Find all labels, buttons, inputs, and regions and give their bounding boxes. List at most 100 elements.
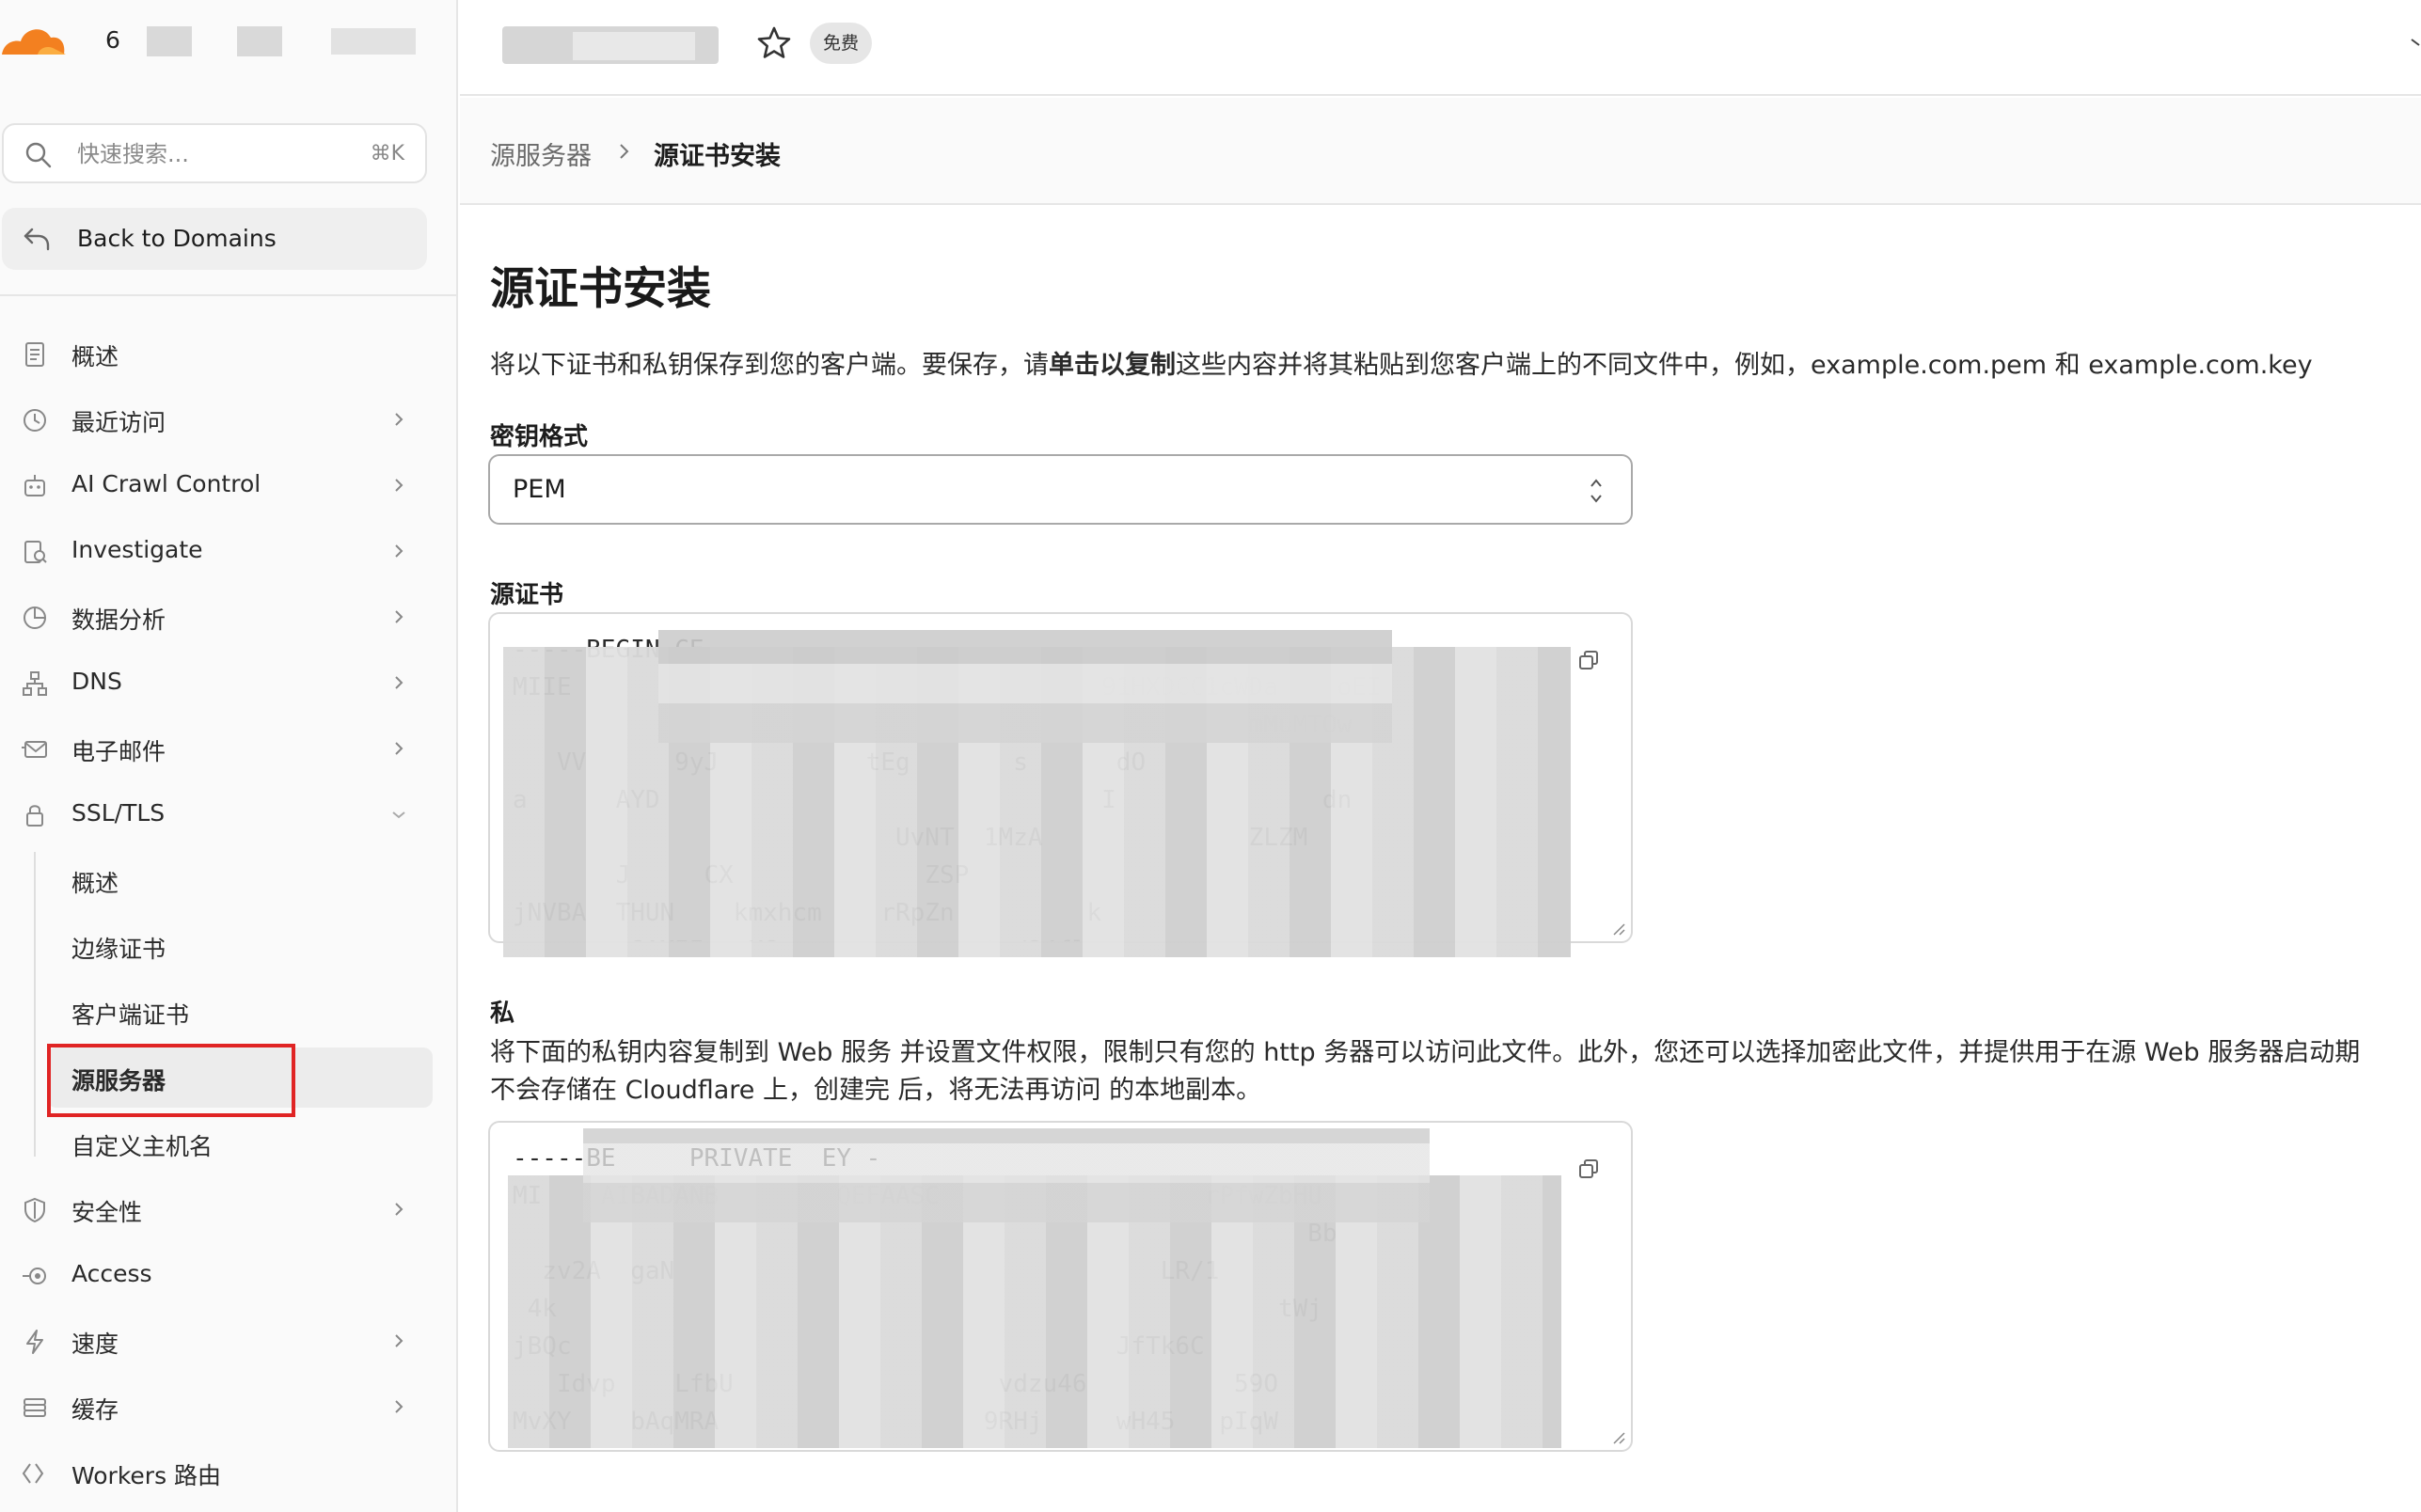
redacted-account-name	[331, 28, 416, 55]
chevron-right-icon	[395, 413, 404, 426]
sidebar-subitem-label: 自定义主机名	[71, 1133, 214, 1160]
sidebar-item-label: Investigate	[71, 536, 203, 563]
sidebar-subitem-custom-hostnames[interactable]: 自定义主机名	[47, 1113, 433, 1173]
intro-text-part: 将以下证书和私钥保存到您的客户端。要保存，请	[490, 351, 1049, 380]
origin-certificate-label: 源证书	[490, 581, 564, 609]
private-key-instructions-line: 将下面的私钥内容复制到 Web 服务 并设置文件权限，限制只有您的 http 务…	[490, 1038, 2361, 1067]
sidebar-subitem-label: 概述	[71, 870, 119, 897]
back-to-domains-button[interactable]: Back to Domains	[2, 208, 427, 270]
redacted-domain-name	[573, 32, 695, 60]
redacted-account-name	[237, 26, 282, 56]
bolt-icon	[26, 1330, 43, 1354]
network-icon	[23, 671, 47, 696]
quick-search[interactable]: ⌘K	[2, 123, 427, 183]
sidebar-item-label: DNS	[71, 668, 122, 695]
sidebar-item-overview[interactable]: 概述	[0, 323, 456, 384]
sidebar-item-dns[interactable]: DNS	[0, 653, 456, 713]
chevron-right-icon	[395, 742, 404, 755]
annotation-highlight-box	[47, 1044, 295, 1117]
search-icon	[25, 142, 52, 168]
key-format-select[interactable]: PEM	[488, 454, 1633, 525]
sidebar-item-label: 电子邮件	[71, 738, 166, 765]
chevron-down-icon	[392, 811, 405, 819]
chevron-right-icon	[395, 1203, 404, 1216]
document-icon	[25, 342, 44, 367]
sidebar-item-label: SSL/TLS	[71, 799, 166, 827]
sidebar-item-label: AI Crawl Control	[71, 470, 261, 497]
sidebar-subitem-edge-certificates[interactable]: 边缘证书	[47, 916, 433, 976]
account-number[interactable]: 6	[105, 26, 120, 54]
intro-text-part: 这些内容并将其粘贴到您客户端上的不同文件中，例如，example.com.pem…	[1176, 351, 2313, 380]
cache-icon	[24, 1398, 46, 1417]
private-key-label: 私	[490, 1000, 515, 1028]
select-updown-icon	[1590, 479, 1602, 503]
breadcrumb: 源服务器 源证书安装	[460, 98, 2421, 205]
investigate-icon	[24, 541, 47, 563]
sidebar-item-analytics[interactable]: 数据分析	[0, 587, 456, 647]
breadcrumb-current: 源证书安装	[654, 142, 781, 171]
ssl-submenu-line	[34, 852, 36, 1157]
sidebar-item-email[interactable]: 电子邮件	[0, 718, 456, 779]
breadcrumb-parent-link[interactable]: 源服务器	[490, 135, 592, 172]
mail-icon	[22, 741, 47, 758]
back-to-domains-label: Back to Domains	[77, 225, 277, 252]
sidebar-item-access[interactable]: Access	[0, 1245, 456, 1305]
workers-icon	[22, 1463, 44, 1484]
sidebar-divider	[0, 294, 456, 296]
sidebar-item-speed[interactable]: 速度	[0, 1311, 456, 1371]
sidebar-subitem-client-certificates[interactable]: 客户端证书	[47, 982, 433, 1042]
sidebar-subitem-ssl-overview[interactable]: 概述	[47, 850, 433, 910]
sidebar-item-cache[interactable]: 缓存	[0, 1377, 456, 1437]
chevron-down-icon[interactable]	[2410, 32, 2421, 51]
sidebar-item-label: 速度	[71, 1331, 119, 1358]
pie-chart-icon	[24, 606, 46, 629]
chevron-right-icon	[395, 479, 404, 492]
private-key-instructions-line: 不会存储在 Cloudflare 上，创建完 后，将无法再访问 的本地副本。	[490, 1076, 1262, 1105]
resize-handle-icon[interactable]	[1610, 921, 1625, 936]
chevron-right-icon	[395, 544, 404, 558]
key-format-value: PEM	[513, 475, 566, 504]
key-format-label: 密钥格式	[490, 423, 589, 451]
sidebar-item-ssl-tls[interactable]: SSL/TLS	[0, 784, 456, 844]
sidebar-item-label: Access	[71, 1260, 152, 1287]
redacted-private-key	[583, 1128, 1430, 1222]
cloudflare-logo-icon[interactable]	[0, 21, 68, 58]
shield-icon	[24, 1197, 45, 1223]
sidebar-item-investigate[interactable]: Investigate	[0, 521, 456, 581]
copy-icon[interactable]	[1578, 650, 1599, 670]
redacted-account-name	[147, 26, 192, 56]
intro-text: 将以下证书和私钥保存到您的客户端。要保存，请单击以复制这些内容并将其粘贴到您客户…	[490, 344, 2313, 381]
chevron-right-icon	[620, 144, 629, 159]
sidebar-item-workers-routes[interactable]: Workers 路由	[0, 1442, 456, 1503]
sidebar-item-recent[interactable]: 最近访问	[0, 389, 456, 449]
private-key-instructions: 将下面的私钥内容复制到 Web 服务 并设置文件权限，限制只有您的 http 务…	[490, 1034, 2418, 1110]
search-shortcut: ⌘K	[370, 142, 404, 165]
page-title: 源证书安装	[490, 263, 711, 315]
sidebar-item-label: 缓存	[71, 1396, 119, 1424]
chevron-right-icon	[395, 610, 404, 623]
top-header: 免费	[460, 0, 2421, 96]
sidebar-item-ai-crawl-control[interactable]: AI Crawl Control	[0, 455, 456, 515]
chevron-right-icon	[395, 1334, 404, 1347]
search-input[interactable]	[77, 136, 340, 172]
intro-text-bold: 单击以复制	[1049, 351, 1176, 380]
access-icon	[23, 1268, 46, 1284]
history-icon	[24, 409, 46, 432]
sidebar-item-label: 安全性	[71, 1199, 143, 1226]
resize-handle-icon[interactable]	[1610, 1429, 1625, 1444]
sidebar-item-label: Workers 路由	[71, 1462, 222, 1489]
star-icon[interactable]	[755, 24, 793, 62]
copy-icon[interactable]	[1578, 1158, 1599, 1179]
sidebar-item-security[interactable]: 安全性	[0, 1179, 456, 1239]
sidebar-item-label: 概述	[71, 343, 119, 370]
chevron-right-icon	[395, 676, 404, 689]
sidebar: 6 ⌘K Back to Domains 概述 最近访问 AI Crawl Co…	[0, 0, 458, 1512]
sidebar-subitem-label: 客户端证书	[71, 1001, 190, 1029]
lock-icon	[26, 805, 43, 827]
sidebar-item-label: 最近访问	[71, 409, 166, 436]
sidebar-item-label: 数据分析	[71, 606, 166, 634]
sidebar-subitem-label: 边缘证书	[71, 936, 166, 963]
plan-badge: 免费	[810, 23, 873, 64]
redacted-certificate	[658, 630, 1392, 743]
chevron-right-icon	[395, 1400, 404, 1413]
